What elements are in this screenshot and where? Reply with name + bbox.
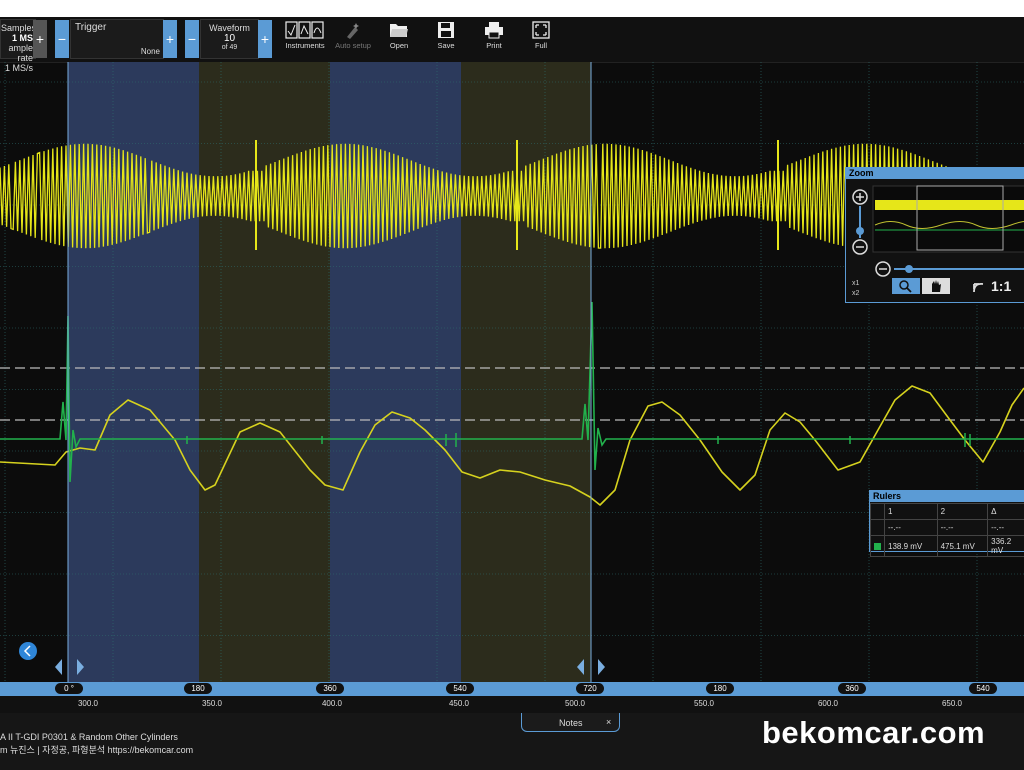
zoom-panel-title: Zoom xyxy=(846,168,1024,179)
time-label: 500.0 xyxy=(564,699,586,708)
time-label: 300.0 xyxy=(77,699,99,708)
waveform-label: Waveform xyxy=(209,23,250,33)
auto-setup-button[interactable]: Auto setup xyxy=(331,17,375,61)
floppy-disk-icon xyxy=(438,22,454,38)
zoom-ratio-button[interactable]: 1:1 xyxy=(991,278,1011,294)
sample-rate-label: ample rate xyxy=(8,43,33,63)
trigger-label: Trigger xyxy=(75,22,107,33)
full-screen-button[interactable]: Full xyxy=(519,17,563,61)
degree-label: 360 xyxy=(316,683,344,694)
zoom-x1-label: x1 xyxy=(852,280,860,287)
rulers-row-channel: 138.9 mV 475.1 mV 336.2 mV xyxy=(870,535,1024,557)
description-line-2: m 뉴진스 | 자정공, 파형분석 https://bekomcar.com xyxy=(0,745,194,755)
zoom-h-slider-knob xyxy=(905,265,913,273)
open-button[interactable]: Open xyxy=(377,17,421,61)
degree-axis[interactable]: 0 ° 180 360 540 720 180 360 540 xyxy=(0,682,1024,696)
zoom-x2-label: x2 xyxy=(852,290,860,297)
degree-label: 360 xyxy=(838,683,866,694)
samples-label: Samples xyxy=(1,23,37,33)
rulers-time-delta: --.-- xyxy=(987,519,1024,536)
rulers-value-1: 138.9 mV xyxy=(884,535,938,557)
time-axis[interactable]: 300.0 350.0 400.0 450.0 500.0 550.0 600.0 650.0 xyxy=(0,696,1024,713)
time-label: 550.0 xyxy=(693,699,715,708)
print-label: Print xyxy=(486,41,502,50)
notes-tab-label: Notes xyxy=(559,718,583,728)
samples-plus-button[interactable]: + xyxy=(33,20,47,58)
samples-value: 1 MS xyxy=(11,33,33,43)
waveform-box[interactable]: Waveform 10 of 49 xyxy=(200,19,259,59)
toolbar: Samples 1 MS ample rate 1 MS/s + − Trigg… xyxy=(0,17,1024,73)
top-white-strip xyxy=(0,0,1024,17)
rulers-row-time: --.-- --.-- --.-- xyxy=(870,519,1024,536)
trigger-value: None xyxy=(140,47,160,56)
rulers-value-2: 475.1 mV xyxy=(936,535,989,557)
watermark: bekomcar.com xyxy=(762,715,986,750)
trigger-plus-button[interactable]: + xyxy=(163,20,177,58)
degree-label: 180 xyxy=(184,683,212,694)
zoom-slider-knob xyxy=(856,227,864,235)
description-line-1: A II T-GDI P0301 & Random Other Cylinder… xyxy=(0,732,178,742)
degree-label: 0 ° xyxy=(55,683,83,694)
waveform-plus-button[interactable]: + xyxy=(258,20,272,58)
time-label: 400.0 xyxy=(321,699,343,708)
fullscreen-icon xyxy=(532,21,550,39)
waveform-minus-button[interactable]: − xyxy=(185,20,199,58)
zoom-panel[interactable]: Zoom x1 x2 1:1 xyxy=(845,167,1024,303)
time-label: 450.0 xyxy=(448,699,470,708)
rulers-panel[interactable]: Rulers 1 2 Δ --.-- --.-- --.-- 138.9 mV … xyxy=(869,490,1024,557)
degree-label: 540 xyxy=(446,683,474,694)
auto-setup-icon xyxy=(347,23,359,39)
waveform-total: of 49 xyxy=(221,44,238,51)
printer-icon xyxy=(485,22,503,39)
notes-tab[interactable]: Notes × xyxy=(521,713,620,732)
rulers-header-row: 1 2 Δ xyxy=(870,503,1024,520)
waveform-value: 10 xyxy=(223,33,236,44)
rulers-header-delta: Δ xyxy=(987,503,1024,520)
instruments-button[interactable]: Instruments xyxy=(283,17,327,61)
scroll-left-button[interactable] xyxy=(19,642,37,660)
auto-setup-label: Auto setup xyxy=(335,41,371,50)
rulers-table: 1 2 Δ --.-- --.-- --.-- 138.9 mV 475.1 m… xyxy=(870,503,1024,557)
rulers-header-2: 2 xyxy=(936,503,989,520)
instruments-icon xyxy=(285,21,324,39)
zoom-tool-button xyxy=(892,278,920,294)
scope-plot-area[interactable] xyxy=(0,62,1024,682)
degree-label: 180 xyxy=(706,683,734,694)
rulers-swatch-cell xyxy=(870,503,885,520)
time-label: 650.0 xyxy=(941,699,963,708)
time-label: 600.0 xyxy=(817,699,839,708)
cycle-band-4 xyxy=(461,62,591,682)
cycle-bands xyxy=(68,62,591,682)
trigger-minus-button[interactable]: − xyxy=(55,20,69,58)
degree-label: 720 xyxy=(576,683,604,694)
folder-icon xyxy=(390,24,408,37)
notes-close-icon[interactable]: × xyxy=(606,717,611,727)
rulers-time-1: --.-- xyxy=(884,519,938,536)
bottom-bar: Notes × A II T-GDI P0301 & Random Other … xyxy=(0,713,1024,770)
rulers-time-2: --.-- xyxy=(936,519,989,536)
samples-box[interactable]: Samples 1 MS ample rate 1 MS/s xyxy=(0,19,37,73)
channel-color-swatch xyxy=(870,535,885,557)
instruments-label: Instruments xyxy=(285,41,325,50)
time-label: 350.0 xyxy=(201,699,223,708)
open-label: Open xyxy=(389,41,409,50)
save-button[interactable]: Save xyxy=(424,17,468,61)
undo-zoom-icon xyxy=(973,283,984,293)
rulers-panel-title: Rulers xyxy=(870,491,1024,502)
print-button[interactable]: Print xyxy=(472,17,516,61)
save-label: Save xyxy=(437,41,455,50)
trigger-box[interactable]: Trigger None xyxy=(70,19,164,59)
full-label: Full xyxy=(534,41,548,50)
degree-label: 540 xyxy=(969,683,997,694)
rulers-header-1: 1 xyxy=(884,503,938,520)
rulers-value-delta: 336.2 mV xyxy=(987,535,1024,557)
